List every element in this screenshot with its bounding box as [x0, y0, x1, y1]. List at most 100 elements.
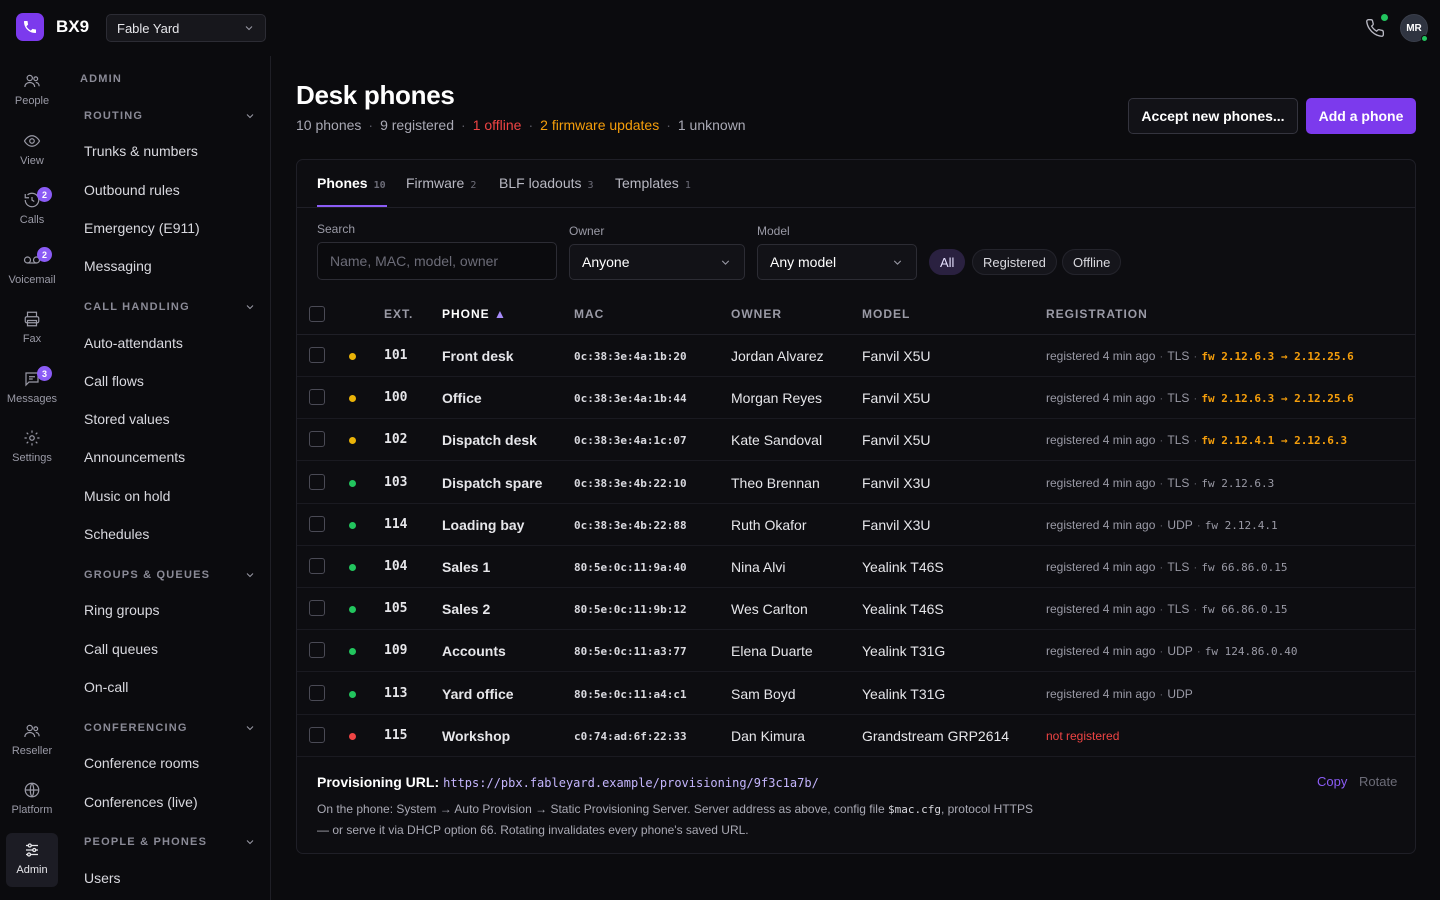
filter-chip-offline[interactable]: Offline — [1062, 249, 1122, 275]
add-phone-button[interactable]: Add a phone — [1306, 98, 1416, 134]
model-cell: Yealink T46S — [862, 559, 944, 575]
sidebar-item-outbound-rules[interactable]: Outbound rules — [84, 182, 180, 198]
registration-cell: registered 4 min ago · TLS · fw 2.12.6.3 — [1046, 475, 1275, 490]
provisioning-url[interactable]: https://pbx.fableyard.example/provisioni… — [443, 776, 819, 790]
summary-offline[interactable]: 1 offline — [473, 117, 522, 133]
table-row[interactable]: 113 Yard office 80:5e:0c:11:a4:c1 Sam Bo… — [297, 673, 1415, 715]
table-row[interactable]: 101 Front desk 0c:38:3e:4a:1b:20 Jordan … — [297, 335, 1415, 377]
filter-chip-all[interactable]: All — [929, 249, 966, 275]
header-owner[interactable]: OWNER — [731, 307, 782, 321]
table-row[interactable]: 105 Sales 2 80:5e:0c:11:9b:12 Wes Carlto… — [297, 588, 1415, 631]
row-checkbox[interactable] — [309, 389, 325, 406]
sidebar-item-announcements[interactable]: Announcements — [84, 449, 185, 465]
tab-firmware[interactable]: Firmware 2 — [406, 175, 476, 191]
firmware-version[interactable]: fw 2.12.6.3 → 2.12.25.6 — [1201, 350, 1353, 363]
sidebar-item-messaging[interactable]: Messaging — [84, 258, 152, 274]
sidebar-item-conferences-live[interactable]: Conferences (live) — [84, 794, 198, 810]
owner-select[interactable]: Anyone — [569, 244, 745, 280]
table-row[interactable]: 114 Loading bay 0c:38:3e:4b:22:88 Ruth O… — [297, 504, 1415, 546]
table-row[interactable]: 102 Dispatch desk 0c:38:3e:4a:1c:07 Kate… — [297, 419, 1415, 462]
firmware-version[interactable]: fw 2.12.6.3 → 2.12.25.6 — [1201, 392, 1353, 405]
globe-icon — [24, 782, 40, 798]
phone-name-cell[interactable]: Front desk — [442, 348, 514, 364]
status-dot — [349, 648, 356, 656]
sidebar-group-routing[interactable]: ROUTING — [84, 110, 256, 122]
row-checkbox[interactable] — [309, 600, 325, 617]
search-input[interactable] — [317, 242, 557, 280]
tab-blf-loadouts[interactable]: BLF loadouts 3 — [499, 175, 594, 191]
select-all-checkbox[interactable] — [309, 306, 325, 322]
sidebar-item-emergency[interactable]: Emergency (E911) — [84, 220, 200, 236]
row-checkbox[interactable] — [309, 347, 325, 363]
sidebar-item-conference-rooms[interactable]: Conference rooms — [84, 755, 199, 771]
rail-messages[interactable]: Messages 3 — [6, 366, 58, 416]
table-row[interactable]: 104 Sales 1 80:5e:0c:11:9a:40 Nina Alvi … — [297, 546, 1415, 588]
tab-phones[interactable]: Phones 10 — [317, 175, 386, 191]
rail-voicemail[interactable]: Voicemail 2 — [6, 247, 58, 297]
logo-phone-icon[interactable] — [16, 13, 44, 41]
header-mac[interactable]: MAC — [574, 307, 604, 321]
table-row[interactable]: 109 Accounts 80:5e:0c:11:a3:77 Elena Dua… — [297, 630, 1415, 673]
sidebar-item-stored-values[interactable]: Stored values — [84, 411, 170, 427]
row-checkbox[interactable] — [309, 558, 325, 574]
header-ext[interactable]: EXT. — [384, 307, 413, 321]
sidebar-item-on-call[interactable]: On-call — [84, 679, 128, 695]
sidebar-item-music-on-hold[interactable]: Music on hold — [84, 488, 170, 504]
rail-calls[interactable]: Calls 2 — [6, 187, 58, 237]
sidebar-item-users[interactable]: Users — [84, 870, 121, 886]
row-checkbox[interactable] — [309, 473, 325, 490]
rail-reseller[interactable]: Reseller — [6, 718, 58, 768]
summary-firmware[interactable]: 2 firmware updates — [540, 117, 659, 133]
active-tab-indicator — [317, 205, 387, 207]
sidebar-group-groups-queues[interactable]: GROUPS & QUEUES — [84, 569, 256, 581]
sidebar-group-conferencing[interactable]: CONFERENCING — [84, 722, 256, 734]
admin-sidebar: ADMIN ROUTING Trunks & numbers Outbound … — [64, 56, 271, 900]
rail-admin[interactable]: Admin — [6, 833, 58, 887]
sidebar-item-trunks[interactable]: Trunks & numbers — [84, 143, 198, 159]
sidebar-group-call-handling[interactable]: CALL HANDLING — [84, 301, 256, 313]
phone-name-cell[interactable]: Office — [442, 390, 482, 406]
phone-name-cell[interactable]: Dispatch desk — [442, 432, 537, 448]
row-checkbox[interactable] — [309, 431, 325, 448]
phone-name-cell[interactable]: Sales 2 — [442, 601, 490, 617]
firmware-version[interactable]: fw 2.12.4.1 → 2.12.6.3 — [1201, 434, 1347, 447]
header-model[interactable]: MODEL — [862, 307, 910, 321]
rail-platform[interactable]: Platform — [6, 777, 58, 827]
rail-label: Platform — [11, 804, 53, 816]
row-checkbox[interactable] — [309, 642, 325, 659]
table-row[interactable]: 103 Dispatch spare 0c:38:3e:4b:22:10 The… — [297, 462, 1415, 504]
phone-name-cell[interactable]: Workshop — [442, 728, 510, 744]
rail-people[interactable]: People — [6, 68, 58, 118]
phone-name-cell[interactable]: Sales 1 — [442, 559, 490, 575]
phone-name-cell[interactable]: Dispatch spare — [442, 475, 542, 491]
model-select[interactable]: Any model — [757, 244, 917, 280]
copy-url-button[interactable]: Copy — [1317, 774, 1347, 789]
accept-new-phones-button[interactable]: Accept new phones... — [1128, 98, 1298, 134]
header-phone[interactable]: PHONE ▲ — [442, 307, 507, 321]
row-checkbox[interactable] — [309, 684, 325, 701]
tab-templates[interactable]: Templates 1 — [615, 175, 691, 191]
rotate-url-button[interactable]: Rotate — [1359, 774, 1397, 789]
sidebar-item-auto-attendants[interactable]: Auto-attendants — [84, 335, 183, 351]
model-cell: Yealink T31G — [862, 685, 946, 702]
row-checkbox[interactable] — [309, 515, 325, 532]
filter-chip-registered[interactable]: Registered — [972, 249, 1057, 275]
table-row[interactable]: 115 Workshop c0:74:ad:6f:22:33 Dan Kimur… — [297, 715, 1415, 757]
phone-name-cell[interactable]: Loading bay — [442, 517, 524, 533]
phone-name-cell[interactable]: Accounts — [442, 643, 506, 659]
header-registration[interactable]: REGISTRATION — [1046, 307, 1148, 321]
provisioning-desc-text: — or serve it via DHCP option 66. Rotati… — [317, 823, 749, 837]
sidebar-item-call-queues[interactable]: Call queues — [84, 641, 158, 657]
softphone-icon[interactable] — [1365, 18, 1385, 38]
rail-view[interactable]: View — [6, 128, 58, 178]
workspace-select[interactable]: Fable Yard — [106, 14, 266, 42]
sidebar-item-schedules[interactable]: Schedules — [84, 526, 149, 542]
sidebar-group-people-phones[interactable]: PEOPLE & PHONES — [84, 836, 256, 848]
phone-name-cell[interactable]: Yard office — [442, 686, 514, 702]
rail-fax[interactable]: Fax — [6, 306, 58, 356]
sidebar-item-call-flows[interactable]: Call flows — [84, 373, 144, 389]
sidebar-item-ring-groups[interactable]: Ring groups — [84, 602, 160, 618]
row-checkbox[interactable] — [309, 726, 325, 743]
table-row[interactable]: 100 Office 0c:38:3e:4a:1b:44 Morgan Reye… — [297, 377, 1415, 420]
rail-settings[interactable]: Settings — [6, 425, 58, 475]
